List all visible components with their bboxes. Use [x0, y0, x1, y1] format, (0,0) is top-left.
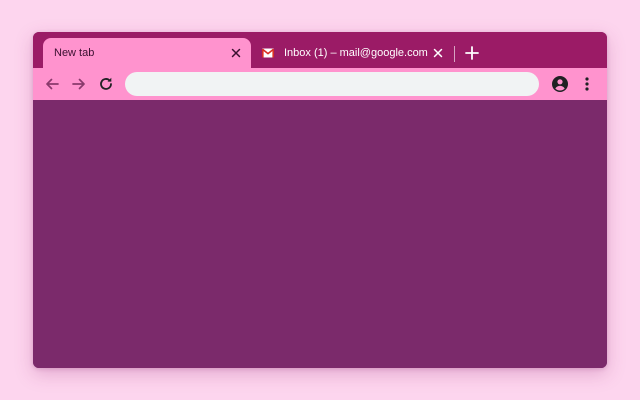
arrow-back-icon[interactable] — [43, 75, 61, 93]
close-icon[interactable] — [431, 46, 445, 60]
toolbar — [33, 68, 607, 100]
tab-title: Inbox (1) – mail@google.com — [284, 47, 428, 59]
tab-new-tab[interactable]: New tab — [43, 38, 251, 68]
account-circle-icon[interactable] — [551, 75, 569, 93]
page-content — [33, 100, 607, 368]
close-icon[interactable] — [229, 46, 243, 60]
reload-icon[interactable] — [97, 75, 115, 93]
browser-window: New tab Inbox (1) – mail@google.com — [33, 32, 607, 368]
tab-strip: New tab Inbox (1) – mail@google.com — [33, 32, 607, 68]
address-bar[interactable] — [125, 72, 539, 96]
tab-title: New tab — [54, 47, 95, 59]
new-tab-icon[interactable] — [464, 45, 480, 61]
gmail-icon — [262, 48, 274, 58]
tab-inbox[interactable]: Inbox (1) – mail@google.com — [257, 38, 453, 68]
more-vert-icon[interactable] — [578, 75, 596, 93]
arrow-forward-icon[interactable] — [70, 75, 88, 93]
tab-separator — [454, 46, 455, 62]
